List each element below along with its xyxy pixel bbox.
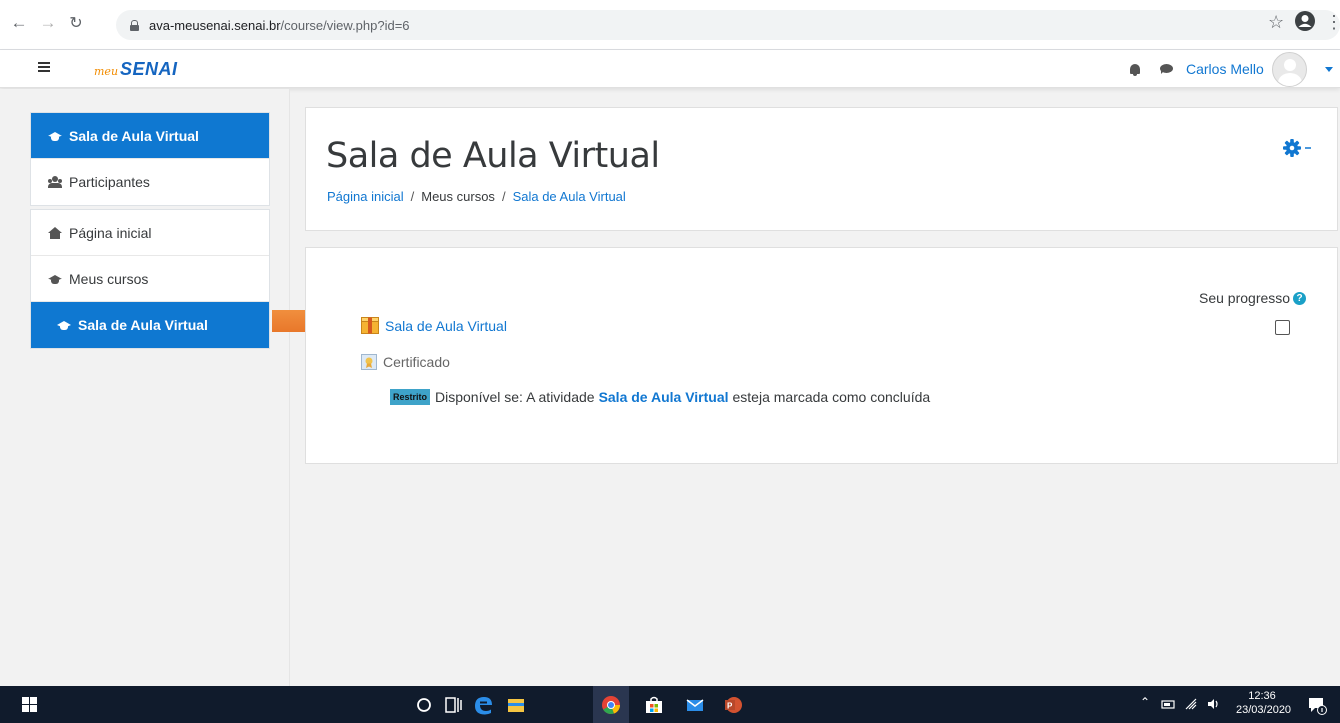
store-icon[interactable] [643, 694, 665, 716]
breadcrumb-home-link[interactable]: Página inicial [327, 189, 404, 204]
restriction-activity-link[interactable]: Sala de Aula Virtual [599, 389, 729, 405]
windows-start-icon[interactable] [22, 697, 37, 712]
breadcrumb-separator: / [410, 189, 415, 204]
drawer-item-participants[interactable]: Participantes [31, 159, 269, 205]
user-menu-caret-icon[interactable] [1325, 67, 1333, 72]
reload-icon[interactable]: ↻ [65, 12, 87, 34]
brand-logo[interactable]: meu SENAI [94, 59, 178, 80]
breadcrumb: Página inicial / Meus cursos / Sala de Aula … [327, 189, 626, 204]
drawer-item-label: Sala de Aula Virtual [78, 317, 208, 333]
users-icon [48, 176, 62, 188]
url-host: ava-meusenai.senai.br [149, 17, 281, 33]
clock-time: 12:36 [1248, 690, 1276, 702]
site-nav-group: Página inicial Meus cursos Sala de Aula … [30, 209, 270, 349]
mail-icon[interactable] [684, 694, 706, 716]
page-header-card: Sala de Aula Virtual Página inicial / Meus… [305, 107, 1338, 231]
page-title: Sala de Aula Virtual [326, 136, 660, 176]
restriction-prefix: Disponível se: A atividade [435, 389, 595, 405]
battery-icon[interactable] [1160, 697, 1176, 711]
brand-prefix: meu [94, 65, 119, 78]
wifi-icon[interactable] [1184, 697, 1200, 711]
drawer-item-label: Meus cursos [69, 270, 149, 287]
volume-icon[interactable] [1206, 697, 1222, 711]
drawer-item-my-courses[interactable]: Meus cursos [31, 256, 269, 302]
forward-arrow-icon[interactable]: → [37, 12, 59, 34]
address-bar[interactable]: ava-meusenai.senai.br/course/view.php?id… [116, 10, 1340, 40]
system-clock[interactable]: 12:36 23/03/2020 [1236, 689, 1292, 717]
os-taskbar: P ⌃ 12:36 23/03/2020 [0, 686, 1340, 723]
drawer-item-label: Participantes [69, 174, 150, 190]
nav-drawer: Sala de Aula Virtual Participantes Págin… [0, 89, 290, 686]
chevron-up-icon[interactable]: ⌃ [1140, 695, 1150, 709]
progress-header: Seu progresso ? [1199, 290, 1307, 306]
drawer-item-course[interactable]: Sala de Aula Virtual [31, 113, 269, 159]
course-nav-group: Sala de Aula Virtual Participantes [30, 112, 270, 206]
graduation-cap-icon [57, 319, 71, 331]
scorm-package-icon [361, 317, 379, 334]
drawer-item-label: Página inicial [69, 224, 152, 241]
lock-icon [130, 19, 139, 31]
svg-text:P: P [727, 702, 733, 711]
restriction-suffix: esteja marcada como concluída [732, 389, 931, 405]
hamburger-menu-icon[interactable] [38, 62, 50, 72]
certificate-icon [361, 354, 377, 370]
activity-link[interactable]: Sala de Aula Virtual [385, 318, 507, 334]
edge-browser-icon[interactable] [472, 694, 494, 716]
completion-checkbox[interactable] [1275, 320, 1290, 335]
browser-toolbar: ← → ↻ ava-meusenai.senai.br/course/view.… [0, 0, 1340, 50]
drawer-item-course[interactable]: Sala de Aula Virtual [31, 302, 269, 348]
task-view-icon[interactable] [442, 694, 464, 716]
home-icon [48, 226, 62, 239]
graduation-cap-icon [48, 273, 62, 285]
notification-bell-icon[interactable] [1130, 64, 1140, 76]
activity-item: Certificado [361, 354, 450, 370]
url-path: /course/view.php?id=6 [280, 17, 410, 33]
back-arrow-icon[interactable]: ← [8, 12, 30, 34]
more-vert-icon[interactable]: ⋮ [1325, 12, 1340, 33]
restricted-badge: Restrito [390, 389, 431, 405]
file-explorer-icon[interactable] [505, 694, 527, 716]
messages-icon[interactable] [1160, 64, 1173, 74]
drawer-item-label: Sala de Aula Virtual [69, 127, 199, 144]
clock-date: 23/03/2020 [1236, 704, 1292, 716]
user-name[interactable]: Carlos Mello [1186, 61, 1264, 77]
course-content-card: Seu progresso ? Sala de Aula Virtual Cer… [305, 247, 1338, 464]
graduation-cap-icon [48, 130, 62, 142]
powerpoint-icon[interactable]: P [722, 694, 744, 716]
restriction-notice: Restrito Disponível se: A atividade Sala… [390, 389, 930, 405]
progress-label: Seu progresso [1199, 290, 1291, 306]
drawer-item-home[interactable]: Página inicial [31, 210, 269, 256]
account-icon[interactable] [1294, 10, 1316, 37]
brand-name: SENAI [120, 59, 178, 79]
star-icon[interactable]: ☆ [1268, 12, 1284, 33]
notification-center-icon[interactable] [1307, 695, 1327, 715]
activity-item: Sala de Aula Virtual [361, 317, 507, 334]
chrome-browser-icon[interactable] [600, 694, 622, 716]
search-icon[interactable] [413, 694, 435, 716]
breadcrumb-my-courses: Meus cursos [421, 189, 495, 204]
avatar[interactable] [1272, 52, 1307, 87]
help-icon[interactable]: ? [1293, 291, 1307, 305]
top-navbar: meu SENAI Carlos Mello [0, 50, 1340, 88]
breadcrumb-separator: / [501, 189, 506, 204]
gear-icon[interactable] [1283, 138, 1313, 158]
breadcrumb-course-link[interactable]: Sala de Aula Virtual [513, 189, 626, 204]
activity-name: Certificado [383, 354, 450, 370]
